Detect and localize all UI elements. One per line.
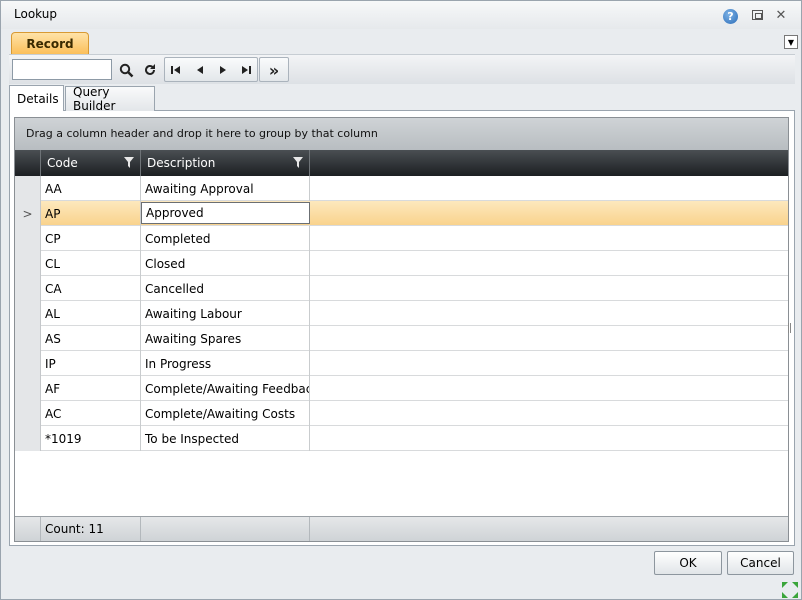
restore-icon[interactable]: [749, 7, 765, 23]
row-indicator[interactable]: [15, 226, 41, 251]
table-row[interactable]: AA Awaiting Approval: [15, 176, 788, 201]
ribbon: [1, 29, 801, 55]
cell-description[interactable]: Complete/Awaiting Costs: [141, 401, 310, 426]
table-row[interactable]: IP In Progress: [15, 351, 788, 376]
tab-query-builder[interactable]: Query Builder: [65, 85, 155, 113]
row-indicator[interactable]: [15, 251, 41, 276]
cell-empty: [310, 426, 788, 451]
previous-record-icon[interactable]: [189, 60, 211, 80]
cell-code[interactable]: AC: [41, 401, 141, 426]
cell-description[interactable]: Awaiting Labour: [141, 301, 310, 326]
table-row[interactable]: AL Awaiting Labour: [15, 301, 788, 326]
cell-code[interactable]: AS: [41, 326, 141, 351]
footer-description-cell: [141, 517, 310, 541]
cell-code[interactable]: AF: [41, 376, 141, 401]
row-indicator[interactable]: [15, 426, 41, 451]
cell-empty: [310, 201, 788, 226]
filter-icon[interactable]: [124, 157, 134, 168]
cell-empty: [310, 176, 788, 201]
tab-strip: Details Query Builder: [9, 85, 795, 113]
cell-code[interactable]: CL: [41, 251, 141, 276]
cell-code[interactable]: IP: [41, 351, 141, 376]
grid-footer: Count: 11: [15, 516, 788, 541]
cell-description[interactable]: Approved: [141, 202, 310, 224]
table-row[interactable]: AC Complete/Awaiting Costs: [15, 401, 788, 426]
cell-description[interactable]: Awaiting Spares: [141, 326, 310, 351]
expand-more-icon[interactable]: »: [263, 60, 285, 80]
row-indicator[interactable]: [15, 376, 41, 401]
cell-code[interactable]: CP: [41, 226, 141, 251]
column-header-code-label: Code: [47, 156, 78, 170]
cell-description[interactable]: Cancelled: [141, 276, 310, 301]
footer-count: Count: 11: [41, 517, 141, 541]
table-row[interactable]: AS Awaiting Spares: [15, 326, 788, 351]
toolbar: »: [9, 54, 795, 84]
column-header-description-label: Description: [147, 156, 216, 170]
title-bar: Lookup ? ✕: [1, 1, 801, 29]
grid-header: Code Description: [15, 150, 788, 176]
table-row[interactable]: > AP Approved: [15, 201, 788, 226]
cell-code[interactable]: AP: [41, 201, 141, 226]
lookup-window: Lookup ? ✕ Record ▼ » Details Query Buil…: [0, 0, 802, 600]
footer-indicator-cell: [15, 517, 41, 541]
search-input[interactable]: [12, 59, 112, 80]
column-header-description[interactable]: Description: [141, 150, 310, 176]
cell-empty: [310, 226, 788, 251]
table-row[interactable]: CL Closed: [15, 251, 788, 276]
resize-grip-icon[interactable]: [781, 581, 799, 599]
cell-empty: [310, 351, 788, 376]
cell-code[interactable]: *1019: [41, 426, 141, 451]
next-record-icon[interactable]: [212, 60, 234, 80]
ribbon-tab-record[interactable]: Record: [11, 32, 89, 54]
cell-description[interactable]: In Progress: [141, 351, 310, 376]
cell-description[interactable]: Complete/Awaiting Feedback: [141, 376, 310, 401]
cell-description[interactable]: Awaiting Approval: [141, 176, 310, 201]
cell-empty: [310, 276, 788, 301]
last-record-icon[interactable]: [235, 60, 257, 80]
cell-description[interactable]: To be Inspected: [141, 426, 310, 451]
window-title: Lookup: [14, 7, 57, 21]
search-icon[interactable]: [115, 60, 137, 80]
header-indicator-cell: [15, 150, 41, 176]
row-indicator[interactable]: [15, 326, 41, 351]
cell-empty: [310, 401, 788, 426]
row-indicator[interactable]: >: [15, 201, 41, 226]
cancel-button[interactable]: Cancel: [727, 551, 794, 575]
lookup-grid: Drag a column header and drop it here to…: [14, 117, 789, 542]
cell-code[interactable]: CA: [41, 276, 141, 301]
table-row[interactable]: *1019 To be Inspected: [15, 426, 788, 451]
tab-details[interactable]: Details: [9, 85, 64, 111]
table-row[interactable]: CP Completed: [15, 226, 788, 251]
cell-code[interactable]: AA: [41, 176, 141, 201]
cell-empty: [310, 301, 788, 326]
cell-code[interactable]: AL: [41, 301, 141, 326]
group-by-panel[interactable]: Drag a column header and drop it here to…: [15, 118, 788, 150]
splitter-handle[interactable]: [788, 323, 791, 333]
row-indicator[interactable]: [15, 276, 41, 301]
row-indicator[interactable]: [15, 401, 41, 426]
cell-description[interactable]: Completed: [141, 226, 310, 251]
column-header-code[interactable]: Code: [41, 150, 141, 176]
cell-empty: [310, 251, 788, 276]
row-indicator[interactable]: [15, 351, 41, 376]
table-row[interactable]: CA Cancelled: [15, 276, 788, 301]
table-row[interactable]: AF Complete/Awaiting Feedback: [15, 376, 788, 401]
ok-button[interactable]: OK: [654, 551, 722, 575]
cell-description[interactable]: Closed: [141, 251, 310, 276]
first-record-icon[interactable]: [165, 60, 187, 80]
filter-icon[interactable]: [293, 157, 303, 168]
ribbon-dropdown-icon[interactable]: ▼: [784, 35, 798, 49]
close-icon[interactable]: ✕: [773, 7, 789, 23]
refresh-icon[interactable]: [139, 60, 161, 80]
row-indicator[interactable]: [15, 301, 41, 326]
help-icon[interactable]: ?: [723, 9, 738, 24]
row-indicator[interactable]: [15, 176, 41, 201]
cell-empty: [310, 376, 788, 401]
details-panel: Drag a column header and drop it here to…: [9, 111, 795, 546]
cell-empty: [310, 326, 788, 351]
